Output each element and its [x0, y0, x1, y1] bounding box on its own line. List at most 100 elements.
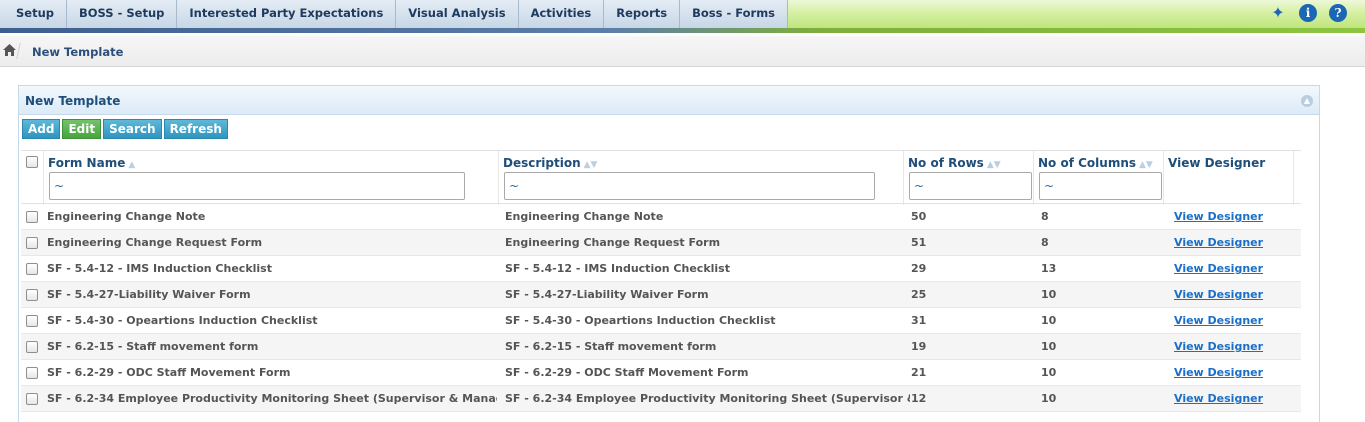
cell-form-name: SF - 6.2-34 Employee Productivity Monito…: [47, 392, 497, 405]
form-name-header-text: Form Name: [48, 156, 126, 170]
view-designer-link[interactable]: View Designer: [1174, 360, 1294, 386]
header-description-label[interactable]: Description ▲▼: [503, 156, 597, 170]
cell-no-of-columns: 8: [1041, 236, 1049, 249]
cell-description: Engineering Change Request Form: [505, 236, 721, 249]
edit-button[interactable]: Edit: [62, 119, 102, 139]
row-checkbox[interactable]: [26, 211, 38, 223]
cell-no-of-columns: 10: [1041, 340, 1057, 353]
row-checkbox[interactable]: [26, 367, 38, 379]
sort-icon: ▲▼: [1139, 160, 1153, 170]
panel-title: New Template: [25, 94, 121, 108]
no-of-columns-header-text: No of Columns: [1038, 156, 1137, 170]
cell-description: SF - 5.4-30 - Opeartions Induction Check…: [505, 314, 776, 327]
menu-underline: [0, 28, 1365, 33]
table-row[interactable]: SF - 6.2-29 - ODC Staff Movement Form SF …: [21, 360, 1301, 386]
template-grid: Form Name▲ Description▲▼ No of Rows▲▼ No…: [21, 150, 1301, 412]
cell-description: SF - 6.2-34 Employee Productivity Monito…: [505, 392, 910, 405]
sort-icon: ▲▼: [583, 160, 598, 170]
row-checkbox[interactable]: [26, 393, 38, 405]
cell-no-of-rows: 25: [911, 288, 927, 301]
template-panel: New Template ▲ Add Edit Search Refresh F…: [18, 85, 1320, 422]
select-all-checkbox[interactable]: [26, 156, 38, 168]
view-designer-link[interactable]: View Designer: [1174, 204, 1294, 230]
view-designer-link[interactable]: View Designer: [1174, 386, 1294, 412]
row-checkbox[interactable]: [26, 263, 38, 275]
breadcrumb: New Template: [0, 36, 1365, 67]
header-view-designer: View Designer: [1164, 151, 1294, 205]
table-row[interactable]: Engineering Change Request Form Engineeri…: [21, 230, 1301, 256]
header-form-name: Form Name ▲: [44, 151, 499, 205]
cell-form-name: Engineering Change Request Form: [47, 236, 263, 249]
cell-form-name: SF - 6.2-15 - Staff movement form: [47, 340, 259, 353]
cell-description: Engineering Change Note: [505, 210, 664, 223]
row-checkbox[interactable]: [26, 341, 38, 353]
view-designer-link[interactable]: View Designer: [1174, 282, 1294, 308]
home-icon[interactable]: [3, 44, 16, 56]
menu-item-setup[interactable]: Setup: [0, 0, 67, 28]
search-button[interactable]: Search: [103, 119, 162, 139]
main-menu: Setup BOSS - Setup Interested Party Expe…: [0, 0, 789, 28]
cell-no-of-rows: 31: [911, 314, 927, 327]
cell-description: SF - 5.4-12 - IMS Induction Checklist: [505, 262, 730, 275]
no-of-rows-header-text: No of Rows: [908, 156, 984, 170]
menu-item-boss-setup[interactable]: BOSS - Setup: [67, 0, 178, 28]
menu-item-visual-analysis[interactable]: Visual Analysis: [396, 0, 519, 28]
table-row[interactable]: SF - 5.4-27-Liability Waiver Form SF - 5.…: [21, 282, 1301, 308]
header-select-cell: [21, 151, 44, 205]
pin-icon[interactable]: ✦: [1269, 4, 1287, 22]
header-view-designer-label: View Designer: [1168, 156, 1266, 170]
view-designer-link[interactable]: View Designer: [1174, 230, 1294, 256]
menu-item-boss-forms[interactable]: Boss - Forms: [680, 0, 789, 28]
header-form-name-label[interactable]: Form Name ▲: [48, 156, 135, 170]
menu-item-reports[interactable]: Reports: [604, 0, 681, 28]
help-icon[interactable]: ?: [1329, 4, 1347, 22]
table-row[interactable]: SF - 6.2-34 Employee Productivity Monito…: [21, 386, 1301, 412]
description-header-text: Description: [503, 156, 581, 170]
header-no-of-columns-label[interactable]: No of Columns ▲▼: [1038, 156, 1153, 170]
menu-item-interested-party-expectations[interactable]: Interested Party Expectations: [177, 0, 397, 28]
no-of-rows-filter[interactable]: [909, 172, 1032, 200]
header-no-of-rows-label[interactable]: No of Rows ▲▼: [908, 156, 1001, 170]
view-designer-link[interactable]: View Designer: [1174, 334, 1294, 360]
row-checkbox[interactable]: [26, 315, 38, 327]
collapse-icon[interactable]: ▲: [1301, 95, 1313, 107]
cell-no-of-columns: 10: [1041, 314, 1057, 327]
table-row[interactable]: SF - 6.2-15 - Staff movement form SF - 6.…: [21, 334, 1301, 360]
top-icons: ✦ i ?: [1269, 4, 1347, 22]
table-row[interactable]: SF - 5.4-12 - IMS Induction Checklist SF …: [21, 256, 1301, 282]
cell-form-name: SF - 6.2-29 - ODC Staff Movement Form: [47, 366, 291, 379]
header-no-of-rows: No of Rows ▲▼: [904, 151, 1034, 205]
breadcrumb-separator: [16, 43, 28, 59]
header-description: Description ▲▼: [499, 151, 904, 205]
cell-description: SF - 6.2-15 - Staff movement form: [505, 340, 717, 353]
cell-no-of-columns: 8: [1041, 210, 1049, 223]
cell-no-of-rows: 51: [911, 236, 927, 249]
row-checkbox[interactable]: [26, 289, 38, 301]
cell-no-of-rows: 21: [911, 366, 927, 379]
description-filter[interactable]: [504, 172, 875, 200]
refresh-button[interactable]: Refresh: [163, 119, 228, 139]
info-icon[interactable]: i: [1299, 4, 1317, 22]
form-name-filter[interactable]: [49, 172, 465, 200]
cell-no-of-rows: 12: [911, 392, 927, 405]
menu-item-activities[interactable]: Activities: [518, 0, 605, 28]
sort-icon: ▲▼: [986, 160, 1001, 170]
view-designer-link[interactable]: View Designer: [1174, 256, 1294, 282]
cell-no-of-columns: 13: [1041, 262, 1057, 275]
grid-body: Engineering Change Note Engineering Chang…: [21, 204, 1301, 412]
no-of-columns-filter[interactable]: [1039, 172, 1162, 200]
cell-description: SF - 5.4-27-Liability Waiver Form: [505, 288, 709, 301]
breadcrumb-current[interactable]: New Template: [32, 45, 123, 59]
row-checkbox[interactable]: [26, 237, 38, 249]
view-designer-link[interactable]: View Designer: [1174, 308, 1294, 334]
cell-form-name: SF - 5.4-27-Liability Waiver Form: [47, 288, 251, 301]
sort-icon: ▲: [128, 160, 136, 170]
header-no-of-columns: No of Columns ▲▼: [1034, 151, 1164, 205]
cell-no-of-rows: 29: [911, 262, 927, 275]
cell-no-of-columns: 10: [1041, 392, 1057, 405]
add-button[interactable]: Add: [22, 119, 61, 139]
toolbar: Add Edit Search Refresh: [22, 119, 228, 139]
cell-no-of-columns: 10: [1041, 288, 1057, 301]
table-row[interactable]: SF - 5.4-30 - Opeartions Induction Check…: [21, 308, 1301, 334]
table-row[interactable]: Engineering Change Note Engineering Chang…: [21, 204, 1301, 230]
